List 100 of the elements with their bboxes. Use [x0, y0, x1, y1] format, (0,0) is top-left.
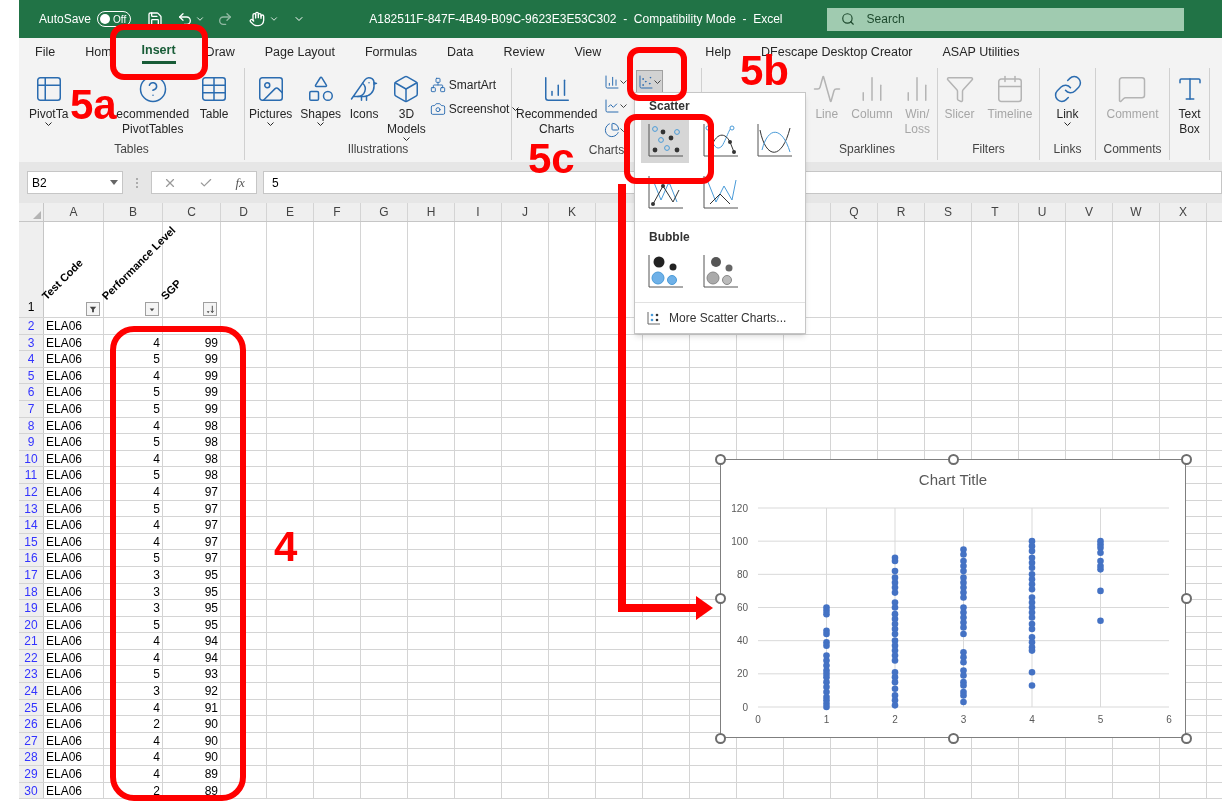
row-header[interactable]: 29 [19, 766, 44, 782]
table-cell: 92 [204, 683, 218, 699]
letter-heading[interactable]: A [44, 203, 104, 221]
ribbon-tab[interactable]: File [35, 40, 56, 64]
step-label: 5c [528, 142, 575, 176]
table-cell: 98 [204, 450, 218, 467]
table-cell: 5 [153, 400, 160, 417]
search-field[interactable]: Search [826, 7, 1184, 31]
table-cell: ELA06 [46, 434, 83, 450]
letter-heading[interactable]: X [1160, 203, 1207, 221]
letter-heading[interactable]: Q [831, 203, 878, 221]
group-label: Sparklines [839, 141, 895, 157]
ribbon-tab[interactable]: Help [705, 40, 732, 64]
axis-tick-label: 100 [731, 535, 748, 547]
letter-heading[interactable]: R [878, 203, 925, 221]
insert-function-button[interactable]: fx [235, 172, 245, 193]
table-cell: ELA06 [46, 450, 83, 467]
table-cell: 93 [204, 666, 218, 683]
table-cell: 90 [204, 716, 218, 732]
letter-heading[interactable]: K [549, 203, 596, 221]
ribbon-button[interactable]: Text Box [1170, 68, 1209, 137]
table-cell: ELA06 [46, 699, 83, 716]
table-cell: 2 [153, 716, 160, 732]
letter-heading[interactable]: T [972, 203, 1019, 221]
chart-frame[interactable]: Chart Title 0 20 40 60 80 100 120 0 1 2 3 4 5 6 [720, 459, 1186, 738]
axis-tick-label: 40 [736, 635, 748, 647]
table-cell: 5 [153, 666, 160, 683]
name-box[interactable]: B2 [27, 171, 123, 194]
chart-title: Chart Title [918, 470, 988, 490]
table-cell: ELA06 [46, 550, 83, 566]
ribbon-tab[interactable]: ASAP Utilities [942, 40, 1020, 64]
table-cell: 95 [204, 583, 218, 600]
axis-tick-label: 5 [1097, 714, 1104, 725]
letter-heading[interactable]: W [1113, 203, 1160, 221]
row-header[interactable]: 23 [19, 666, 44, 683]
ribbon-button[interactable]: Icons [345, 68, 384, 122]
ribbon-button[interactable]: Table [195, 68, 234, 122]
row-header[interactable]: 14 [19, 517, 44, 533]
letter-heading[interactable]: J [502, 203, 549, 221]
letter-heading[interactable]: S [925, 203, 972, 221]
ribbon-tab[interactable]: Data [447, 40, 474, 64]
row-header[interactable]: 9 [19, 434, 44, 450]
table-cell: 99 [204, 351, 218, 367]
row-header[interactable]: 16 [19, 550, 44, 566]
table-cell: ELA06 [46, 633, 83, 649]
table-cell: 97 [204, 533, 218, 550]
table-cell: 3 [153, 600, 160, 616]
table-cell: 97 [204, 550, 218, 566]
letter-heading[interactable]: B [104, 203, 163, 221]
group-label: Filters [972, 141, 1005, 157]
table-cell: ELA06 [46, 483, 83, 500]
row-header[interactable]: 2 [19, 318, 44, 334]
row-header[interactable]: 19 [19, 600, 44, 616]
ribbon-tab[interactable]: Review [503, 40, 545, 64]
ribbon-tab[interactable]: Page Layout [264, 40, 335, 64]
row-header[interactable]: 6 [19, 384, 44, 400]
table-cell: 4 [153, 749, 160, 766]
row-header[interactable]: 26 [19, 716, 44, 732]
letter-heading[interactable]: C [163, 203, 221, 221]
table-cell: ELA06 [46, 367, 83, 384]
letter-heading[interactable]: D [221, 203, 267, 221]
ribbon-tab[interactable]: View [574, 40, 602, 64]
ribbon-button[interactable]: Pictures [245, 68, 297, 126]
ribbon-tab[interactable]: Formulas [365, 40, 418, 64]
step-label: 5a [70, 88, 117, 122]
ribbon-button[interactable]: Link [1048, 68, 1087, 126]
letter-heading[interactable]: V [1066, 203, 1113, 221]
group-label: Links [1053, 141, 1082, 157]
table-cell: 99 [204, 400, 218, 417]
row-header[interactable]: 4 [19, 351, 44, 367]
table-cell: 4 [153, 533, 160, 550]
table-cell: 4 [153, 732, 160, 749]
group-label: Illustrations [347, 141, 409, 157]
letter-heading[interactable]: E [267, 203, 314, 221]
row-header[interactable]: 21 [19, 633, 44, 649]
ribbon-button[interactable]: Shapes [296, 68, 346, 126]
table-cell: ELA06 [46, 649, 83, 666]
table-cell: 90 [204, 749, 218, 766]
group-label: Tables [114, 141, 149, 157]
ribbon-button[interactable]: 3D Models [383, 68, 430, 141]
table-cell: 5 [153, 616, 160, 633]
letter-heading[interactable]: U [1019, 203, 1066, 221]
row-header[interactable]: 11 [19, 467, 44, 483]
table-cell: 90 [204, 732, 218, 749]
table-cell: 95 [204, 616, 218, 633]
table-cell: ELA06 [46, 732, 83, 749]
letter-heading[interactable]: F [314, 203, 361, 221]
row-header[interactable]: 28 [19, 749, 44, 766]
letter-heading[interactable]: H [408, 203, 455, 221]
table-cell: ELA06 [46, 334, 83, 351]
letter-heading[interactable]: I [455, 203, 502, 221]
table-cell: 95 [204, 566, 218, 583]
letter-heading[interactable]: G [361, 203, 408, 221]
table-cell: 4 [153, 334, 160, 351]
table-cell: 97 [204, 500, 218, 517]
table-cell: 2 [153, 782, 160, 799]
table-cell: 89 [204, 766, 218, 782]
axis-tick-label: 0 [755, 714, 761, 725]
row-header[interactable]: 24 [19, 683, 44, 699]
more-charts-link[interactable]: More Scatter Charts... [647, 309, 787, 327]
